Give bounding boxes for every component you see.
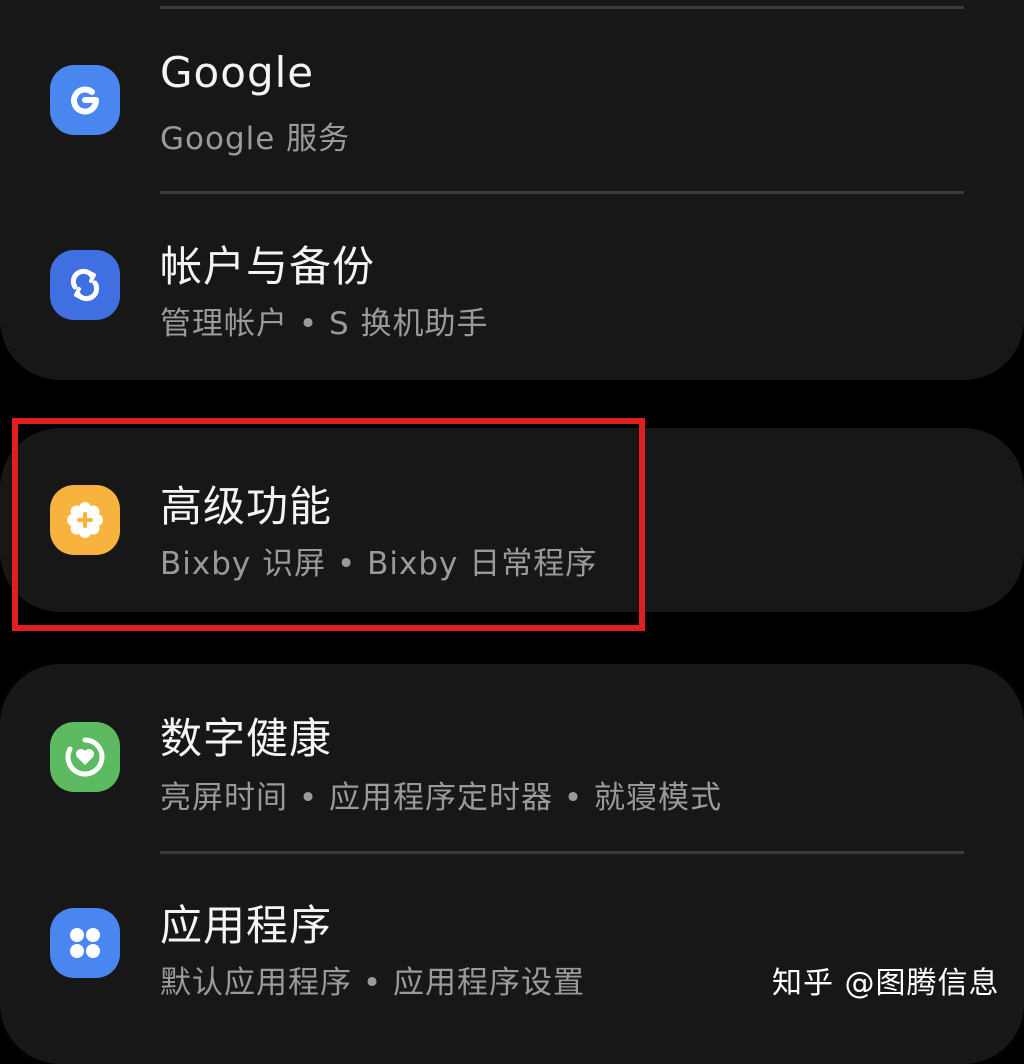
highlight-box [12,418,645,631]
wellbeing-heart-icon [50,722,120,792]
divider [160,851,964,854]
item-title: 数字健康 [160,714,333,763]
settings-item-google[interactable]: Google Google 服务 [0,25,1024,175]
settings-item-digital-wellbeing[interactable]: 数字健康 亮屏时间 • 应用程序定时器 • 就寝模式 [0,680,1024,830]
item-subtitle: Google 服务 [160,121,351,157]
item-subtitle: 默认应用程序 • 应用程序设置 [160,965,585,1001]
divider [160,191,964,194]
item-title: Google [160,48,315,97]
item-subtitle: 亮屏时间 • 应用程序定时器 • 就寝模式 [160,780,722,816]
item-subtitle: 管理帐户 • S 换机助手 [160,306,489,342]
settings-item-accounts-backup[interactable]: 帐户与备份 管理帐户 • S 换机助手 [0,210,1024,360]
watermark: 知乎 @图腾信息 [772,966,1000,1001]
item-title: 应用程序 [160,901,333,950]
divider [160,6,964,9]
apps-grid-icon [50,908,120,978]
sync-icon [50,250,120,320]
google-icon [50,65,120,135]
item-title: 帐户与备份 [160,242,376,291]
